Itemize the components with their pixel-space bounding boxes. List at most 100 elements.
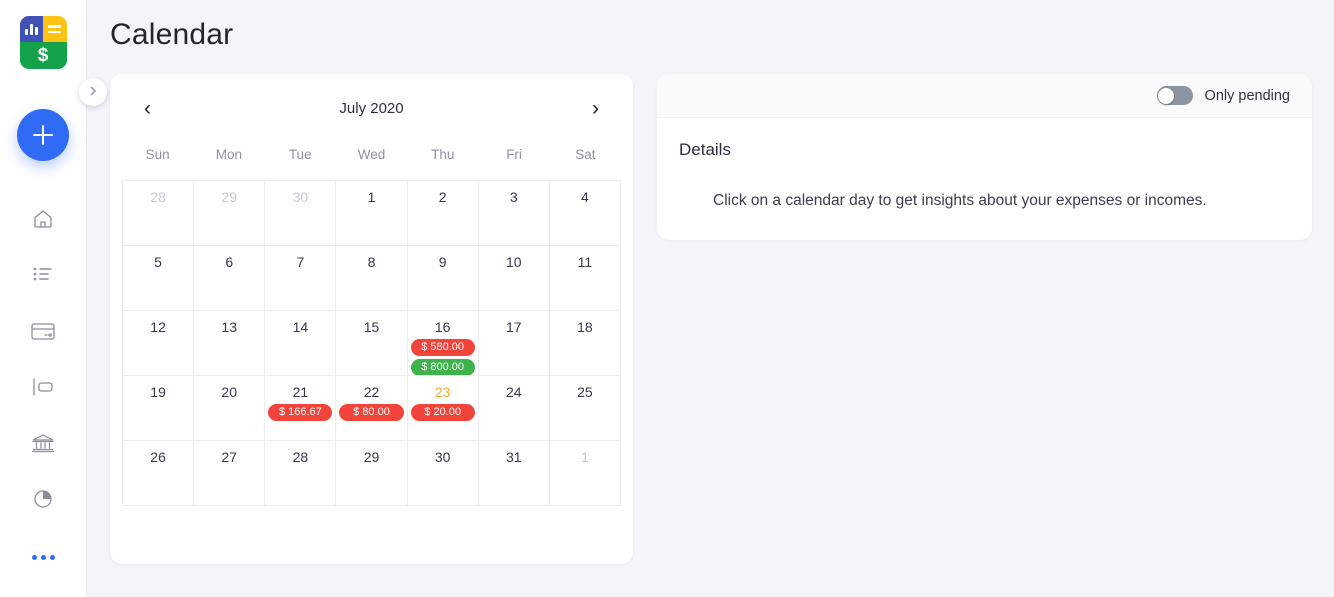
sidebar-item-home[interactable] bbox=[15, 193, 71, 249]
sidebar-item-tags[interactable] bbox=[15, 361, 71, 417]
calendar-day-cell[interactable]: 18 bbox=[549, 311, 621, 376]
weekday-label: Thu bbox=[431, 147, 455, 162]
calendar-day-cell[interactable]: 30 bbox=[265, 181, 337, 246]
calendar-day-events: $ 20.00 bbox=[408, 404, 478, 421]
calendar-day-cell[interactable]: 2 bbox=[407, 181, 479, 246]
calendar-day-number: 10 bbox=[505, 254, 522, 270]
calendar-day-cell[interactable]: 12 bbox=[123, 311, 195, 376]
sidebar-item-transactions[interactable] bbox=[15, 249, 71, 305]
calendar-day-cell[interactable]: 28 bbox=[123, 181, 195, 246]
calendar-card: ‹ July 2020 › Sun Mon Tue Wed Thu Fri Sat 28 29… bbox=[110, 74, 633, 564]
app-root: $ Calendar ‹ July 2020 › Sun Mon Tue Wed… bbox=[0, 0, 1334, 597]
calendar-day-number: 20 bbox=[221, 384, 237, 400]
calendar-weekday-row: Sun Mon Tue Wed Thu Fri Sat bbox=[110, 147, 633, 162]
calendar-day-number: 4 bbox=[581, 189, 589, 205]
calendar-day-cell[interactable]: 15 bbox=[336, 311, 408, 376]
calendar-day-cell[interactable]: 8 bbox=[336, 246, 408, 311]
calendar-day-number: 29 bbox=[221, 189, 237, 205]
calendar-day-cell[interactable]: 31 bbox=[478, 441, 550, 506]
calendar-day-number: 26 bbox=[150, 449, 166, 465]
calendar-day-number: 16 bbox=[434, 319, 451, 335]
calendar-day-cell[interactable]: 16 $ 580.00 $ 800.00 bbox=[407, 311, 479, 376]
calendar-day-cell[interactable]: 13 bbox=[194, 311, 266, 376]
calendar-day-cell[interactable]: 22 $ 80.00 bbox=[336, 376, 408, 441]
calendar-day-number: 9 bbox=[438, 254, 447, 270]
calendar-day-number: 11 bbox=[577, 254, 593, 270]
chevron-right-icon bbox=[87, 85, 99, 100]
calendar-day-cell[interactable]: 1 bbox=[336, 181, 408, 246]
sidebar-nav bbox=[15, 193, 71, 585]
calendar-day-cell[interactable]: 14 bbox=[265, 311, 337, 376]
calendar-day-number: 29 bbox=[363, 449, 380, 465]
logo-bar-chart-icon bbox=[19, 16, 43, 42]
calendar-day-cell[interactable]: 9 bbox=[407, 246, 479, 311]
calendar-day-cell[interactable]: 17 bbox=[478, 311, 550, 376]
calendar-day-cell[interactable]: 6 bbox=[194, 246, 266, 311]
calendar-day-number: 27 bbox=[221, 449, 237, 465]
calendar-day-cell[interactable]: 7 bbox=[265, 246, 337, 311]
calendar-day-number: 14 bbox=[292, 319, 309, 335]
calendar-day-cell[interactable]: 5 bbox=[123, 246, 195, 311]
calendar-day-number: 31 bbox=[505, 449, 522, 465]
weekday-label: Fri bbox=[506, 147, 522, 162]
calendar-day-cell[interactable]: 28 bbox=[265, 441, 337, 506]
calendar-day-cell[interactable]: 20 bbox=[194, 376, 266, 441]
sidebar-item-reports[interactable] bbox=[15, 473, 71, 529]
next-month-button[interactable]: › bbox=[586, 96, 605, 121]
calendar-day-cell[interactable]: 1 bbox=[549, 441, 621, 506]
calendar-day-number: 5 bbox=[154, 254, 162, 270]
calendar-day-cell[interactable]: 26 bbox=[123, 441, 195, 506]
income-badge[interactable]: $ 800.00 bbox=[410, 359, 475, 375]
calendar-day-number: 28 bbox=[292, 449, 309, 465]
add-button[interactable] bbox=[17, 109, 69, 161]
expense-badge[interactable]: $ 80.00 bbox=[339, 404, 404, 421]
expense-badge[interactable]: $ 166.67 bbox=[268, 404, 333, 421]
calendar-day-cell[interactable]: 27 bbox=[194, 441, 266, 506]
previous-month-button[interactable]: ‹ bbox=[138, 96, 157, 121]
logo-dollar-icon: $ bbox=[19, 42, 67, 69]
calendar-day-cell[interactable]: 23 $ 20.00 bbox=[407, 376, 479, 441]
calendar-day-number: 18 bbox=[577, 319, 593, 335]
calendar-day-number: 1 bbox=[367, 189, 376, 205]
main-content: Calendar ‹ July 2020 › Sun Mon Tue Wed Thu Fr… bbox=[87, 0, 1334, 597]
calendar-grid: 28 29 30 1 2 3 4 5 6 7 8 9 10 11 12 13 14 15 16 $ 580.00 $ 8… bbox=[122, 180, 621, 506]
app-logo: $ bbox=[19, 16, 67, 69]
bank-icon bbox=[30, 431, 56, 460]
calendar-day-cell[interactable]: 25 bbox=[549, 376, 621, 441]
calendar-day-cell[interactable]: 4 bbox=[549, 181, 621, 246]
logo-speech-bubble-icon bbox=[43, 16, 67, 42]
calendar-day-events: $ 580.00 $ 800.00 bbox=[408, 339, 478, 375]
calendar-day-number: 30 bbox=[292, 189, 309, 205]
calendar-day-events: $ 80.00 bbox=[336, 404, 406, 421]
sidebar-collapse-toggle[interactable] bbox=[79, 78, 107, 106]
calendar-day-number: 1 bbox=[581, 449, 589, 465]
calendar-day-number: 28 bbox=[150, 189, 166, 205]
calendar-day-cell[interactable]: 24 bbox=[478, 376, 550, 441]
sidebar-item-accounts[interactable] bbox=[15, 417, 71, 473]
calendar-day-cell[interactable]: 21 $ 166.67 bbox=[265, 376, 337, 441]
details-header: Only pending bbox=[657, 74, 1312, 118]
weekday-label: Sun bbox=[145, 147, 170, 162]
calendar-day-number: 19 bbox=[150, 384, 166, 400]
calendar-day-number: 12 bbox=[150, 319, 166, 335]
only-pending-toggle[interactable] bbox=[1156, 86, 1193, 105]
calendar-day-cell[interactable]: 11 bbox=[549, 246, 621, 311]
expense-badge[interactable]: $ 580.00 bbox=[410, 339, 475, 356]
calendar-day-cell[interactable]: 3 bbox=[478, 181, 550, 246]
details-body: Details Click on a calendar day to get i… bbox=[657, 118, 1312, 240]
sidebar-item-cards[interactable] bbox=[15, 305, 71, 361]
calendar-day-cell[interactable]: 19 bbox=[123, 376, 195, 441]
sidebar-item-more[interactable] bbox=[15, 529, 71, 585]
calendar-day-number: 21 bbox=[292, 384, 309, 400]
details-empty-text: Click on a calendar day to get insights … bbox=[713, 192, 1207, 209]
calendar-day-cell[interactable]: 29 bbox=[194, 181, 266, 246]
expense-badge[interactable]: $ 20.00 bbox=[410, 404, 475, 421]
calendar-day-number: 6 bbox=[225, 254, 234, 270]
calendar-day-cell[interactable]: 10 bbox=[478, 246, 550, 311]
calendar-day-cell[interactable]: 29 bbox=[336, 441, 408, 506]
plus-icon bbox=[33, 125, 53, 145]
calendar-day-number: 30 bbox=[434, 449, 451, 465]
calendar-day-number: 3 bbox=[509, 189, 518, 205]
weekday-label: Mon bbox=[215, 147, 243, 162]
calendar-day-cell[interactable]: 30 bbox=[407, 441, 479, 506]
